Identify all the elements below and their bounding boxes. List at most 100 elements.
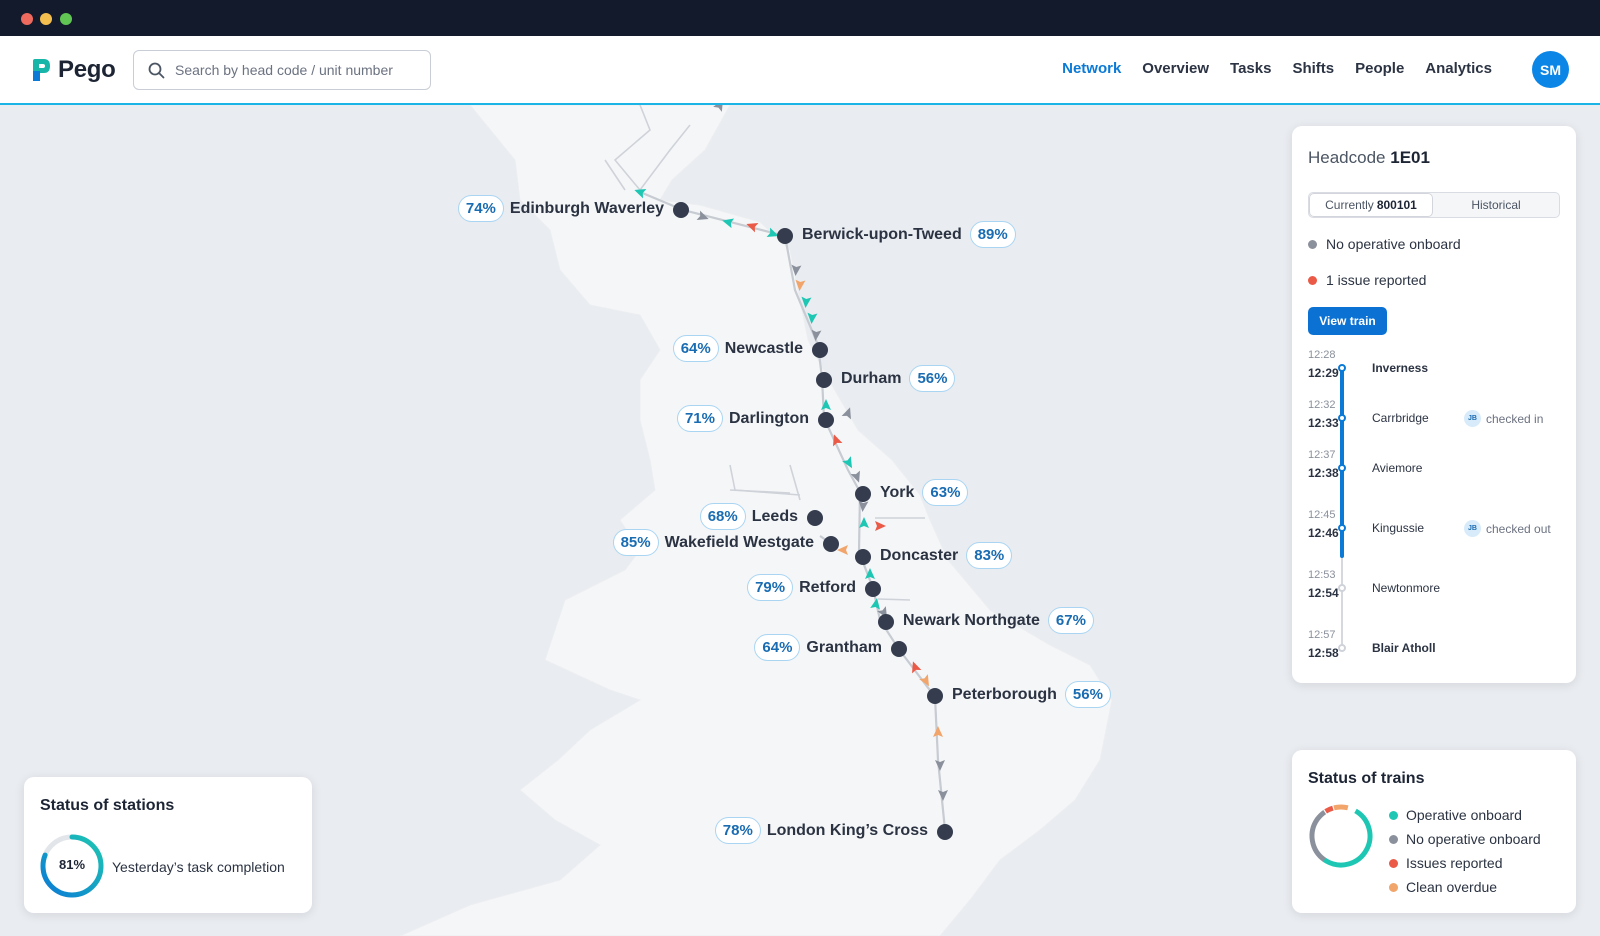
stations-completion-value: 81% — [58, 857, 86, 872]
checkin-status: checked in — [1486, 411, 1544, 426]
app-window: Pego Network Overview Tasks Shifts Peopl… — [0, 0, 1600, 936]
timeline-stop-name[interactable]: Aviemore — [1372, 461, 1422, 475]
legend-operative: Operative onboard — [1389, 807, 1522, 823]
station-dot[interactable] — [812, 342, 828, 358]
pego-logo[interactable]: Pego — [30, 56, 116, 84]
station-completion-badge[interactable]: 71% — [676, 405, 723, 432]
main-nav: Network Overview Tasks Shifts People Ana… — [1062, 60, 1492, 77]
station-name[interactable]: Doncaster — [880, 547, 958, 565]
legend-issues-dot — [1389, 858, 1398, 868]
station-name[interactable]: London King’s Cross — [767, 822, 928, 840]
legend-clean-overdue-label: Clean overdue — [1406, 879, 1498, 895]
station-completion-badge[interactable]: 83% — [966, 542, 1013, 569]
maximize-window-button[interactable] — [60, 13, 72, 25]
station-name[interactable]: Newark Northgate — [903, 612, 1040, 630]
station-name[interactable]: Durham — [841, 370, 901, 388]
legend-operative-label: Operative onboard — [1406, 807, 1522, 823]
station-name[interactable]: Peterborough — [952, 686, 1057, 704]
stations-completion-caption: Yesterday’s task completion — [112, 859, 285, 875]
station-dot[interactable] — [937, 824, 953, 840]
station-dot[interactable] — [855, 549, 871, 565]
checkin-status: checked out — [1486, 521, 1551, 536]
station-completion-badge[interactable]: 74% — [457, 195, 504, 222]
legend-operative-dot — [1389, 810, 1398, 820]
legend-issues: Issues reported — [1389, 855, 1503, 871]
station-name[interactable]: York — [880, 484, 914, 502]
timeline-checkin-chip: JB checked in — [1464, 410, 1543, 427]
timeline-node — [1338, 584, 1346, 592]
timeline-stop-name[interactable]: Kingussie — [1372, 521, 1424, 535]
timeline-stop-name[interactable]: Inverness — [1372, 361, 1428, 375]
timeline-actual-time: 12:54 — [1308, 586, 1339, 600]
station-completion-badge[interactable]: 79% — [747, 574, 794, 601]
search-icon — [148, 62, 165, 78]
timeline-actual-time: 12:46 — [1308, 526, 1339, 540]
station-name[interactable]: Retford — [799, 579, 856, 597]
station-dot[interactable] — [816, 372, 832, 388]
legend-no-operative: No operative onboard — [1389, 831, 1541, 847]
timeline-node — [1338, 364, 1346, 372]
station-dot[interactable] — [927, 688, 943, 704]
station-name[interactable]: Grantham — [806, 639, 882, 657]
nav-analytics[interactable]: Analytics — [1425, 60, 1492, 77]
app-name: Pego — [58, 56, 116, 83]
station-completion-badge[interactable]: 78% — [714, 817, 761, 844]
timeline-scheduled-time: 12:32 — [1308, 399, 1336, 411]
close-window-button[interactable] — [21, 13, 33, 25]
timeline-scheduled-time: 12:28 — [1308, 349, 1336, 361]
timeline-scheduled-time: 12:45 — [1308, 509, 1336, 521]
search-box[interactable] — [133, 50, 431, 90]
station-completion-badge[interactable]: 85% — [612, 529, 659, 556]
station-dot[interactable] — [891, 641, 907, 657]
station-name[interactable]: Leeds — [752, 508, 798, 526]
nav-network[interactable]: Network — [1062, 60, 1121, 77]
legend-clean-overdue: Clean overdue — [1389, 879, 1497, 895]
station-completion-badge[interactable]: 64% — [754, 634, 801, 661]
station-dot[interactable] — [855, 486, 871, 502]
station-name[interactable]: Edinburgh Waverley — [510, 200, 664, 218]
timeline-actual-time: 12:58 — [1308, 646, 1339, 660]
station-dot[interactable] — [878, 614, 894, 630]
station-dot[interactable] — [818, 412, 834, 428]
legend-clean-overdue-dot — [1389, 882, 1398, 892]
station-completion-badge[interactable]: 67% — [1047, 607, 1094, 634]
station-dot[interactable] — [673, 202, 689, 218]
station-dot[interactable] — [823, 536, 839, 552]
staff-avatar: JB — [1464, 520, 1481, 537]
trains-status-title: Status of trains — [1308, 770, 1425, 787]
timeline-stop-name[interactable]: Newtonmore — [1372, 581, 1440, 595]
timeline-stop-name[interactable]: Blair Atholl — [1372, 641, 1436, 655]
station-name[interactable]: Berwick-upon-Tweed — [802, 226, 962, 244]
user-avatar[interactable]: SM — [1532, 51, 1569, 88]
nav-tasks[interactable]: Tasks — [1230, 60, 1271, 77]
minimize-window-button[interactable] — [40, 13, 52, 25]
station-completion-badge[interactable]: 56% — [1064, 681, 1111, 708]
station-completion-badge[interactable]: 89% — [969, 221, 1016, 248]
station-completion-badge[interactable]: 64% — [672, 335, 719, 362]
station-name[interactable]: Darlington — [729, 410, 809, 428]
legend-no-operative-dot — [1389, 834, 1398, 844]
station-name[interactable]: Newcastle — [725, 340, 803, 358]
station-name[interactable]: Wakefield Westgate — [665, 534, 814, 552]
trains-status-card: Status of trains Operative onboard No op… — [1292, 750, 1576, 913]
timeline-node — [1338, 524, 1346, 532]
station-dot[interactable] — [865, 581, 881, 597]
station-completion-badge[interactable]: 63% — [922, 479, 969, 506]
timeline-actual-time: 12:33 — [1308, 416, 1339, 430]
nav-overview[interactable]: Overview — [1142, 60, 1209, 77]
station-completion-badge[interactable]: 68% — [699, 503, 746, 530]
timeline-actual-time: 12:29 — [1308, 366, 1339, 380]
nav-people[interactable]: People — [1355, 60, 1404, 77]
train-marker[interactable] — [810, 329, 822, 342]
stations-status-title: Status of stations — [40, 797, 175, 814]
station-dot[interactable] — [777, 228, 793, 244]
nav-shifts[interactable]: Shifts — [1292, 60, 1334, 77]
station-dot[interactable] — [807, 510, 823, 526]
station-completion-badge[interactable]: 56% — [909, 365, 956, 392]
pego-logo-icon — [33, 59, 50, 81]
top-navigation: Pego Network Overview Tasks Shifts Peopl… — [0, 36, 1600, 105]
search-input[interactable] — [175, 62, 415, 78]
timeline-stop-name[interactable]: Carrbridge — [1372, 411, 1429, 425]
stations-status-card: Status of stations 81% Yesterday’s task … — [24, 777, 312, 913]
timeline-scheduled-time: 12:57 — [1308, 629, 1336, 641]
